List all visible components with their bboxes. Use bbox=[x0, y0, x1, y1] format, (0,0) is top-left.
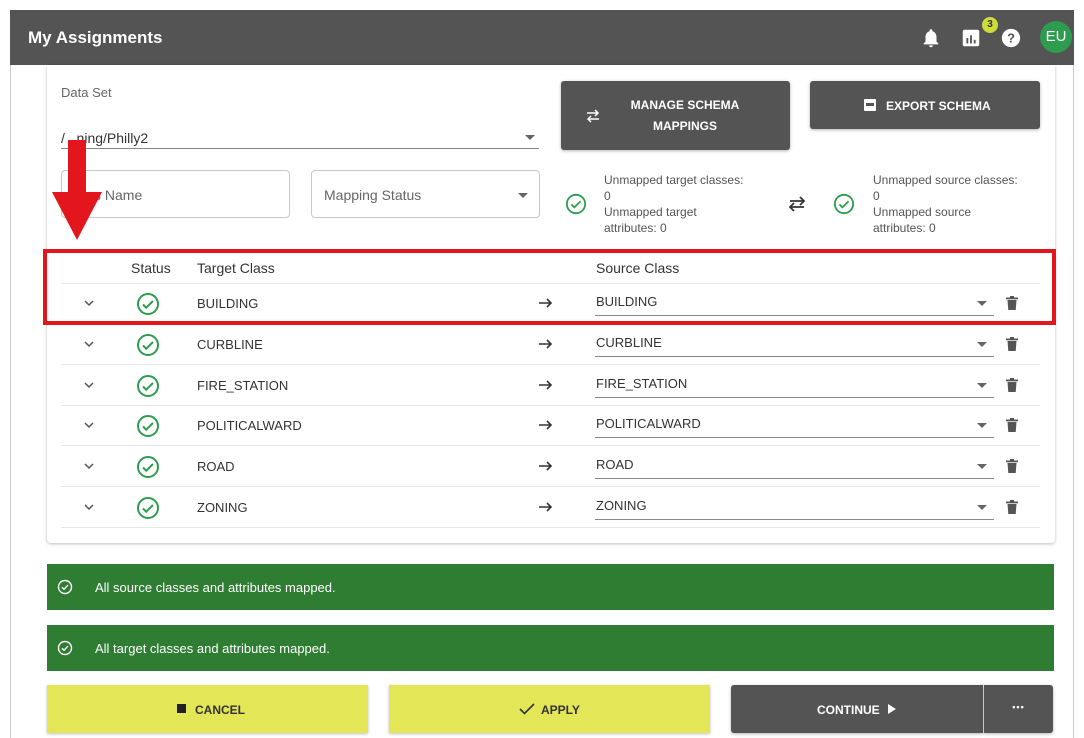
source-select-underline bbox=[595, 437, 994, 438]
highlight-box bbox=[43, 249, 1056, 325]
status-check-icon bbox=[137, 375, 159, 397]
pdf-icon bbox=[864, 99, 876, 111]
chevron-down-icon[interactable] bbox=[83, 460, 95, 472]
chevron-down-icon[interactable] bbox=[83, 419, 95, 431]
target-class-name: ROAD bbox=[197, 459, 235, 474]
target-mapped-message: All target classes and attributes mapped… bbox=[95, 641, 330, 656]
manage-schema-mappings-button[interactable]: MANAGE SCHEMA MAPPINGS bbox=[561, 81, 790, 150]
dataset-underline bbox=[61, 148, 539, 149]
source-mapped-message: All source classes and attributes mapped… bbox=[95, 580, 336, 595]
table-row: FIRE_STATION FIRE_STATION bbox=[61, 365, 1040, 406]
mapping-status-placeholder: Mapping Status bbox=[324, 187, 422, 203]
cancel-button[interactable]: CANCEL bbox=[47, 685, 368, 733]
mapping-status-caret-icon bbox=[518, 193, 528, 198]
apply-label: APPLY bbox=[541, 703, 580, 717]
source-select-underline bbox=[595, 519, 994, 520]
target-class-name: POLITICALWARD bbox=[197, 418, 302, 433]
play-icon bbox=[888, 704, 896, 714]
target-class-name: ZONING bbox=[197, 500, 248, 515]
chevron-down-icon[interactable] bbox=[83, 501, 95, 513]
app-header: My Assignments 3 ? EU bbox=[10, 10, 1074, 65]
target-class-name: FIRE_STATION bbox=[197, 378, 289, 393]
arrow-right-icon bbox=[539, 461, 553, 471]
source-select-underline bbox=[595, 478, 994, 479]
arrow-right-icon bbox=[539, 420, 553, 430]
more-options-label: ••• bbox=[1012, 702, 1025, 712]
unmapped-source-stats: Unmapped source classes: 0 Unmapped sour… bbox=[873, 173, 1018, 235]
status-check-icon bbox=[137, 334, 159, 356]
trash-icon[interactable] bbox=[1006, 418, 1018, 432]
arrow-right-icon bbox=[539, 380, 553, 390]
bell-icon[interactable] bbox=[920, 27, 942, 49]
trash-icon[interactable] bbox=[1006, 378, 1018, 392]
source-mapped-banner: All source classes and attributes mapped… bbox=[47, 564, 1054, 610]
unmapped-target-stats: Unmapped target classes: 0 Unmapped targ… bbox=[604, 173, 744, 235]
more-options-button[interactable]: ••• bbox=[984, 685, 1053, 733]
cancel-label: CANCEL bbox=[195, 703, 245, 717]
table-row: ROAD ROAD bbox=[61, 446, 1040, 487]
help-icon[interactable]: ? bbox=[1000, 27, 1022, 49]
report-chart-icon[interactable] bbox=[960, 27, 982, 49]
source-caret-icon[interactable] bbox=[977, 342, 987, 347]
chevron-down-icon[interactable] bbox=[83, 379, 95, 391]
left-border bbox=[10, 65, 11, 738]
apply-button[interactable]: APPLY bbox=[389, 685, 710, 733]
trash-icon[interactable] bbox=[1006, 459, 1018, 473]
source-class-select[interactable]: ZONING bbox=[596, 498, 647, 513]
continue-label: CONTINUE bbox=[817, 703, 880, 717]
stop-icon bbox=[177, 704, 186, 713]
source-caret-icon[interactable] bbox=[977, 505, 987, 510]
check-circle-icon bbox=[57, 640, 73, 656]
table-row: CURBLINE CURBLINE bbox=[61, 324, 1040, 365]
table-row: ZONING ZONING bbox=[61, 487, 1040, 528]
manage-schema-label-1: MANAGE SCHEMA bbox=[630, 98, 740, 112]
export-schema-button[interactable]: EXPORT SCHEMA bbox=[810, 81, 1040, 129]
source-caret-icon[interactable] bbox=[977, 464, 987, 469]
target-check-icon bbox=[565, 193, 587, 215]
arrow-right-icon bbox=[539, 339, 553, 349]
chevron-down-icon[interactable] bbox=[83, 338, 95, 350]
trash-icon[interactable] bbox=[1006, 500, 1018, 514]
red-arrow-annotation bbox=[52, 140, 102, 240]
svg-text:?: ? bbox=[1007, 31, 1015, 46]
notification-badge: 3 bbox=[982, 17, 998, 33]
continue-button[interactable]: CONTINUE bbox=[731, 685, 983, 733]
source-caret-icon[interactable] bbox=[977, 423, 987, 428]
right-border bbox=[1073, 65, 1074, 738]
manage-schema-label-2: MAPPINGS bbox=[652, 119, 717, 133]
source-select-underline bbox=[595, 397, 994, 398]
source-class-select[interactable]: FIRE_STATION bbox=[596, 376, 687, 391]
target-class-name: CURBLINE bbox=[197, 337, 263, 352]
avatar[interactable]: EU bbox=[1040, 21, 1072, 53]
source-caret-icon[interactable] bbox=[977, 383, 987, 388]
source-check-icon bbox=[833, 193, 855, 215]
trash-icon[interactable] bbox=[1006, 337, 1018, 351]
status-check-icon bbox=[137, 415, 159, 437]
swap-arrows-icon bbox=[788, 196, 806, 212]
arrow-right-icon bbox=[539, 502, 553, 512]
dataset-label: Data Set bbox=[61, 85, 112, 100]
source-class-select[interactable]: ROAD bbox=[596, 457, 634, 472]
export-schema-label: EXPORT SCHEMA bbox=[886, 99, 991, 113]
target-mapped-banner: All target classes and attributes mapped… bbox=[47, 625, 1054, 671]
source-class-select[interactable]: POLITICALWARD bbox=[596, 416, 701, 431]
status-check-icon bbox=[137, 497, 159, 519]
table-row: POLITICALWARD POLITICALWARD bbox=[61, 405, 1040, 446]
mapping-status-select[interactable]: Mapping Status bbox=[311, 170, 540, 218]
dataset-caret-icon[interactable] bbox=[525, 135, 535, 140]
checkmark-icon bbox=[519, 703, 535, 715]
status-check-icon bbox=[137, 456, 159, 478]
page-title: My Assignments bbox=[28, 28, 163, 47]
source-class-select[interactable]: CURBLINE bbox=[596, 335, 662, 350]
check-circle-icon bbox=[57, 579, 73, 595]
source-select-underline bbox=[595, 356, 994, 357]
